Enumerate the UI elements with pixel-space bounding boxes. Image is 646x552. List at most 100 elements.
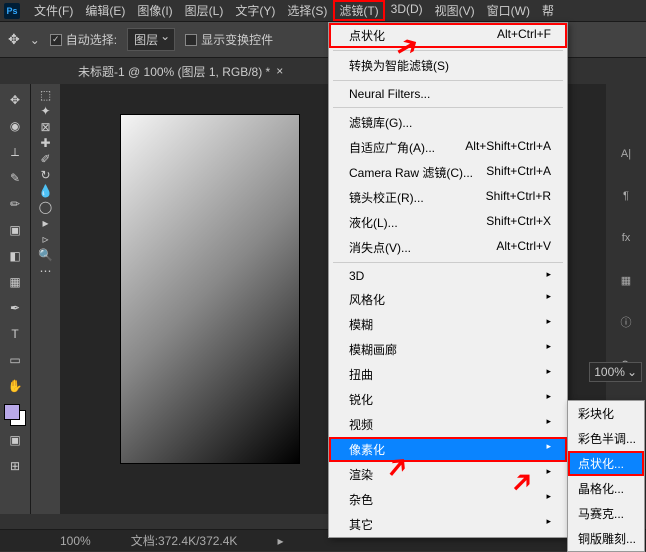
filter-menu-item[interactable]: 模糊 bbox=[329, 312, 567, 337]
menu-item-label: 自适应广角(A)... bbox=[349, 139, 435, 156]
menu-item-shortcut: Alt+Shift+Ctrl+A bbox=[465, 139, 551, 156]
filter-menu-item[interactable]: 3D bbox=[329, 265, 567, 287]
lasso-tool-icon[interactable]: ◉ bbox=[3, 114, 27, 138]
character-panel-icon[interactable]: A| bbox=[616, 144, 636, 164]
menu-item-label: 像素化 bbox=[349, 441, 385, 458]
menu-item-shortcut: Alt+Ctrl+F bbox=[497, 27, 551, 44]
dropdown-icon[interactable]: ⌄ bbox=[30, 33, 40, 47]
close-icon[interactable]: × bbox=[276, 64, 283, 78]
edit-toolbar-icon[interactable]: ⋯ bbox=[40, 264, 52, 278]
zoom-tool-icon[interactable]: 🔍 bbox=[38, 248, 53, 262]
type-tool-icon[interactable]: T bbox=[3, 322, 27, 346]
filter-menu-item[interactable]: Neural Filters... bbox=[329, 83, 567, 105]
auto-select-checkbox[interactable]: ✓ 自动选择: bbox=[50, 31, 117, 48]
menu-item-2[interactable]: 图像(I) bbox=[131, 0, 178, 21]
menu-item-label: 模糊画廊 bbox=[349, 341, 397, 358]
eraser-tool-icon[interactable]: ◧ bbox=[3, 244, 27, 268]
filter-menu-item[interactable]: Camera Raw 滤镜(C)...Shift+Ctrl+A bbox=[329, 160, 567, 185]
opacity-value: 100% bbox=[594, 365, 625, 379]
pen-tool-icon[interactable]: ✒ bbox=[3, 296, 27, 320]
color-swatch[interactable] bbox=[4, 404, 26, 426]
menu-item-label: 其它 bbox=[349, 516, 373, 533]
app-logo: Ps bbox=[4, 3, 20, 19]
menu-item-8[interactable]: 视图(V) bbox=[429, 0, 481, 21]
toolbox-col-1: ✥ ◉ ⟂ ✎ ✏ ▣ ◧ ▦ ✒ T ▭ ✋ ▣ ⊞ bbox=[0, 84, 30, 514]
swatches-panel-icon[interactable]: ▦ bbox=[616, 270, 636, 290]
gradient-tool-icon[interactable]: ▦ bbox=[3, 270, 27, 294]
history-brush-icon[interactable]: ↻ bbox=[40, 168, 50, 182]
filter-menu-item[interactable]: 扭曲 bbox=[329, 362, 567, 387]
menu-item-label: 模糊 bbox=[349, 316, 373, 333]
menu-item-1[interactable]: 编辑(E) bbox=[79, 0, 131, 21]
heal-tool-icon[interactable]: ✚ bbox=[40, 136, 50, 150]
eyedropper-tool-icon[interactable]: ✎ bbox=[3, 166, 27, 190]
layer-select[interactable]: 图层 bbox=[127, 28, 175, 51]
expand-icon[interactable]: ▸ bbox=[277, 534, 283, 548]
filter-menu-item[interactable]: 镜头校正(R)...Shift+Ctrl+R bbox=[329, 185, 567, 210]
styles-panel-icon[interactable]: fx bbox=[616, 228, 636, 248]
document-tab[interactable]: 未标题-1 @ 100% (图层 1, RGB/8) * × bbox=[70, 59, 291, 84]
direct-select-icon[interactable]: ▹ bbox=[42, 232, 48, 246]
quickmask-icon[interactable]: ▣ bbox=[3, 428, 27, 452]
hand-tool-icon[interactable]: ✋ bbox=[3, 374, 27, 398]
pixelate-submenu-item[interactable]: 点状化... bbox=[568, 451, 644, 476]
frame-tool-icon[interactable]: ⊠ bbox=[40, 120, 50, 134]
menu-separator bbox=[333, 50, 563, 51]
path-tool-icon[interactable]: ▸ bbox=[42, 216, 48, 230]
menu-item-4[interactable]: 文字(Y) bbox=[229, 0, 281, 21]
filter-menu-item[interactable]: 锐化 bbox=[329, 387, 567, 412]
filter-menu-item[interactable]: 液化(L)...Shift+Ctrl+X bbox=[329, 210, 567, 235]
show-transform-checkbox[interactable]: 显示变换控件 bbox=[185, 31, 273, 48]
filter-menu-item[interactable]: 自适应广角(A)... Alt+Shift+Ctrl+A bbox=[329, 135, 567, 160]
pixelate-submenu-item[interactable]: 铜版雕刻... bbox=[568, 526, 644, 551]
document-size: 文档:372.4K/372.4K bbox=[131, 532, 238, 549]
menu-item-9[interactable]: 窗口(W) bbox=[481, 0, 536, 21]
dodge-tool-icon[interactable]: ◯ bbox=[39, 200, 52, 214]
blur-tool-icon[interactable]: 💧 bbox=[38, 184, 53, 198]
filter-menu-dropdown: 点状化Alt+Ctrl+F 转换为智能滤镜(S) Neural Filters...… bbox=[328, 22, 568, 538]
menu-item-label: 视频 bbox=[349, 416, 373, 433]
clone-tool-icon[interactable]: ▣ bbox=[3, 218, 27, 242]
filter-menu-item[interactable]: 消失点(V)...Alt+Ctrl+V bbox=[329, 235, 567, 260]
filter-menu-item[interactable]: 杂色 bbox=[329, 487, 567, 512]
wand-tool-icon[interactable]: ✦ bbox=[40, 104, 50, 118]
zoom-level[interactable]: 100% bbox=[60, 534, 91, 548]
filter-menu-item[interactable]: 滤镜库(G)... bbox=[329, 110, 567, 135]
pixelate-submenu-item[interactable]: 彩块化 bbox=[568, 401, 644, 426]
canvas[interactable] bbox=[120, 114, 300, 464]
crop-tool-icon[interactable]: ⟂ bbox=[3, 140, 27, 164]
pixelate-submenu-item[interactable]: 彩色半调... bbox=[568, 426, 644, 451]
menu-item-0[interactable]: 文件(F) bbox=[28, 0, 79, 21]
opacity-input[interactable]: 100%⌄ bbox=[589, 362, 642, 382]
pencil-tool-icon[interactable]: ✐ bbox=[40, 152, 50, 166]
filter-menu-item[interactable]: 视频 bbox=[329, 412, 567, 437]
menu-item-label: 滤镜库(G)... bbox=[349, 114, 412, 131]
menu-item-label: Neural Filters... bbox=[349, 87, 430, 101]
move-tool-icon: ✥ bbox=[8, 31, 20, 48]
menu-item-10[interactable]: 帮 bbox=[536, 0, 560, 21]
filter-menu-item[interactable]: 转换为智能滤镜(S) bbox=[329, 53, 567, 78]
move-tool-icon[interactable]: ✥ bbox=[3, 88, 27, 112]
info-panel-icon[interactable]: ⓘ bbox=[616, 312, 636, 332]
menu-item-3[interactable]: 图层(L) bbox=[179, 0, 230, 21]
filter-menu-item[interactable]: 像素化 bbox=[329, 437, 567, 462]
marquee-tool-icon[interactable]: ⬚ bbox=[40, 88, 51, 102]
menu-item-shortcut: Alt+Ctrl+V bbox=[496, 239, 551, 256]
filter-menu-item[interactable]: 其它 bbox=[329, 512, 567, 537]
pixelate-submenu-item[interactable]: 马赛克... bbox=[568, 501, 644, 526]
pixelate-submenu-item[interactable]: 晶格化... bbox=[568, 476, 644, 501]
filter-menu-item[interactable]: 风格化 bbox=[329, 287, 567, 312]
document-tab-label: 未标题-1 @ 100% (图层 1, RGB/8) * bbox=[78, 63, 270, 80]
menu-separator bbox=[333, 262, 563, 263]
paragraph-panel-icon[interactable]: ¶ bbox=[616, 186, 636, 206]
menu-item-5[interactable]: 选择(S) bbox=[281, 0, 333, 21]
menu-item-label: 镜头校正(R)... bbox=[349, 189, 424, 206]
filter-menu-item[interactable]: 模糊画廊 bbox=[329, 337, 567, 362]
brush-tool-icon[interactable]: ✏ bbox=[3, 192, 27, 216]
menu-item-6[interactable]: 滤镜(T) bbox=[333, 0, 384, 21]
screenmode-icon[interactable]: ⊞ bbox=[3, 454, 27, 478]
menu-item-7[interactable]: 3D(D) bbox=[385, 0, 429, 21]
filter-menu-item[interactable]: 点状化Alt+Ctrl+F bbox=[329, 23, 567, 48]
shape-tool-icon[interactable]: ▭ bbox=[3, 348, 27, 372]
filter-menu-item[interactable]: 渲染 bbox=[329, 462, 567, 487]
